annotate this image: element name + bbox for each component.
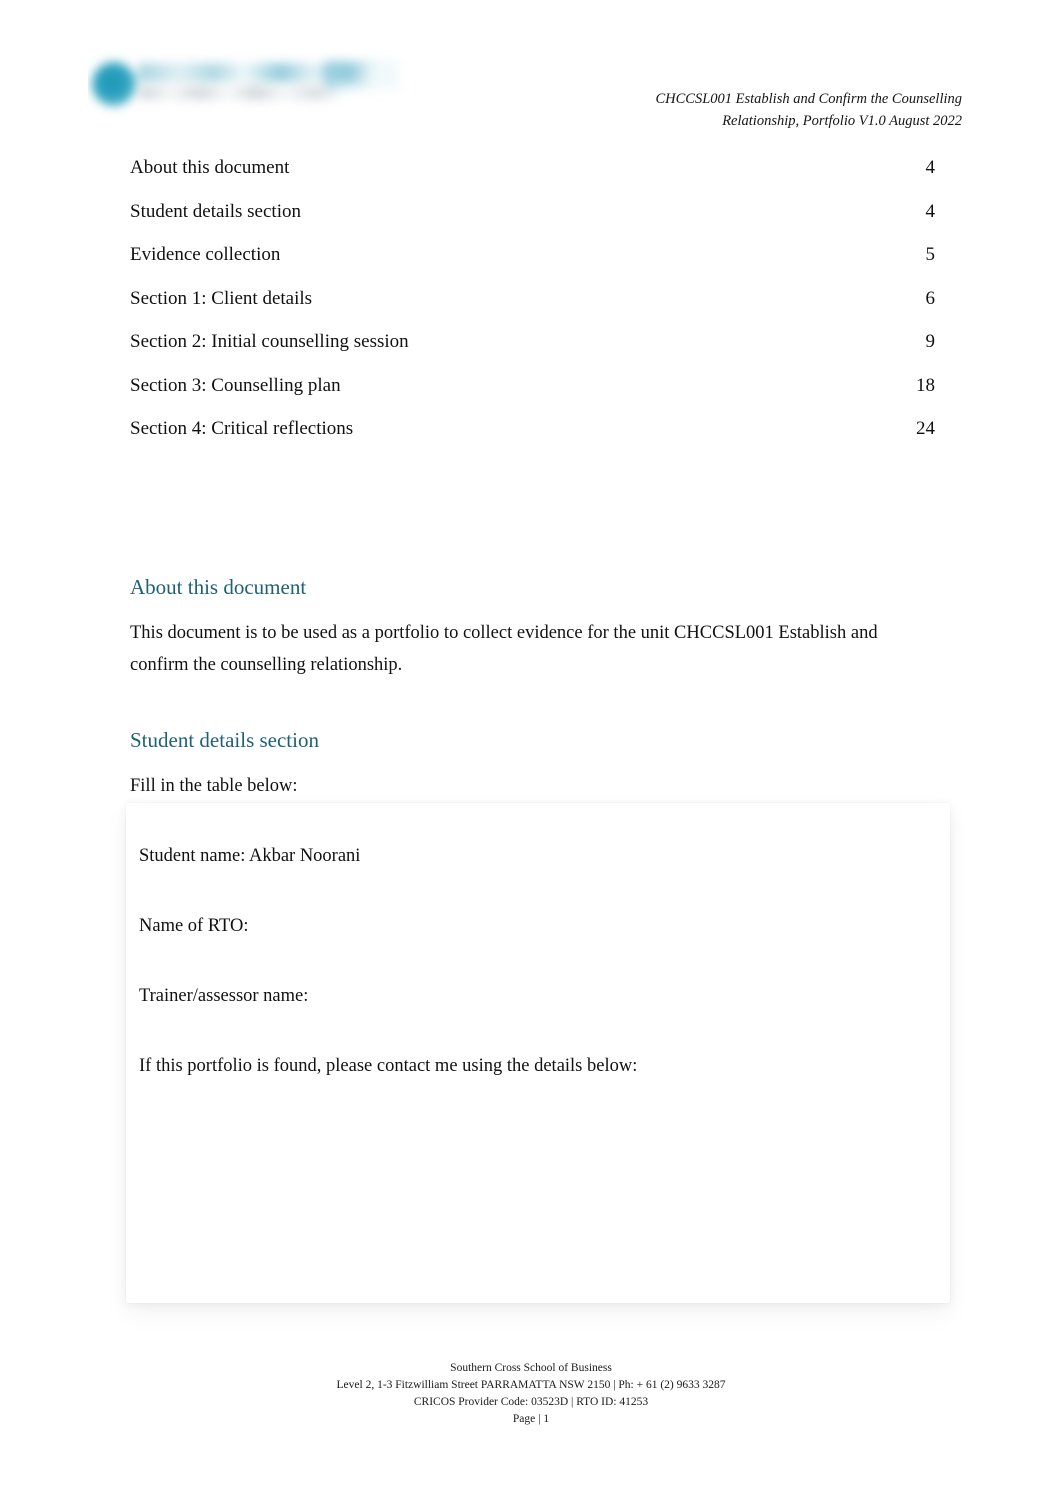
toc-entry-section-2-initial-counselling-session[interactable]: Section 2: Initial counselling session 9 [130, 329, 935, 354]
footer-codes: CRICOS Provider Code: 03523D | RTO ID: 4… [413, 1396, 649, 1408]
toc-entry-section-4-critical-reflections[interactable]: Section 4: Critical reflections 24 [130, 416, 935, 441]
document-page: CHCCSL001 Establish and Confirm the Coun… [0, 0, 1062, 1506]
heading-about-this-document: About this document [130, 575, 307, 599]
field-student-name[interactable]: Student name: Akbar Noorani [139, 843, 950, 869]
toc-entry-title: Section 2: Initial counselling session [130, 331, 409, 352]
toc-entry-title: Student details section [130, 200, 301, 222]
toc-entry-page-number: 18 [916, 374, 935, 396]
toc-entry-title: Section 3: Counselling plan [130, 374, 341, 396]
toc-entry-page-number: 4 [925, 200, 936, 222]
student-details-table-body: Student name: Akbar Noorani Name of RTO:… [126, 803, 950, 1079]
footer-page-number: Page | 1 [512, 1413, 550, 1425]
instruction-fill-in-table: Fill in the table below: [130, 776, 298, 796]
page-header: CHCCSL001 Establish and Confirm the Coun… [88, 50, 962, 136]
school-logo [88, 50, 408, 128]
toc-entry-student-details-section[interactable]: Student details section 4 [130, 199, 935, 224]
logo-wordmark-secondary [140, 86, 340, 100]
table-of-contents: About this document 4 Student details se… [130, 155, 935, 460]
document-reference: CHCCSL001 Establish and Confirm the Coun… [655, 50, 962, 132]
toc-entry-page-number: 6 [925, 287, 936, 309]
toc-entry-section-1-client-details[interactable]: Section 1: Client details 6 [130, 286, 935, 311]
field-contact-details-prompt[interactable]: If this portfolio is found, please conta… [139, 1053, 950, 1079]
toc-entry-page-number: 24 [916, 418, 935, 439]
footer-organisation: Southern Cross School of Business [450, 1362, 612, 1374]
heading-student-details-section: Student details section [130, 728, 319, 752]
toc-entry-section-3-counselling-plan[interactable]: Section 3: Counselling plan 18 [130, 373, 935, 398]
field-trainer-assessor-name[interactable]: Trainer/assessor name: [139, 983, 950, 1009]
toc-entry-evidence-collection[interactable]: Evidence collection 5 [130, 242, 935, 267]
logo-image [88, 50, 408, 128]
toc-entry-title: Section 4: Critical reflections [130, 418, 354, 439]
document-reference-line-2: Relationship, Portfolio V1.0 August 2022 [722, 113, 962, 129]
document-reference-line-1: CHCCSL001 Establish and Confirm the Coun… [655, 91, 962, 107]
toc-entry-page-number: 5 [925, 244, 936, 265]
toc-entry-title: Section 1: Client details [130, 287, 313, 309]
logo-accent-shape [324, 60, 400, 90]
toc-entry-about-this-document[interactable]: About this document 4 [130, 155, 935, 180]
student-details-table[interactable]: Student name: Akbar Noorani Name of RTO:… [126, 803, 950, 1303]
page-footer: Southern Cross School of Business Level … [0, 1360, 1062, 1428]
paragraph-about-this-document: This document is to be used as a portfol… [130, 623, 878, 675]
toc-entry-page-number: 9 [925, 331, 936, 352]
field-name-of-rto[interactable]: Name of RTO: [139, 913, 950, 939]
toc-entry-page-number: 4 [925, 157, 936, 178]
footer-address: Level 2, 1-3 Fitzwilliam Street PARRAMAT… [336, 1379, 726, 1391]
toc-entry-title: About this document [130, 157, 290, 178]
logo-circle-icon [92, 62, 136, 106]
toc-entry-title: Evidence collection [130, 244, 281, 265]
